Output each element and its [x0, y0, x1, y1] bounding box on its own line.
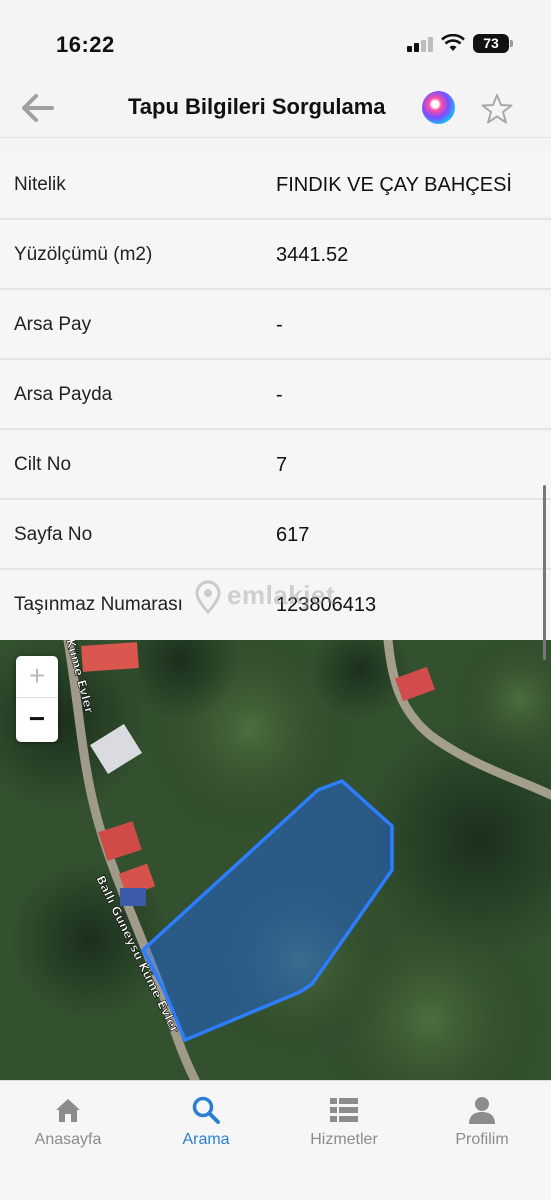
location-pin-icon: [195, 580, 221, 615]
tab-profilim[interactable]: Profilim: [422, 1095, 542, 1155]
info-value: 3441.52: [276, 244, 349, 266]
scroll-indicator[interactable]: [543, 485, 546, 660]
watermark-text: emlakjet: [227, 580, 336, 610]
watermark: emlakjet: [195, 580, 336, 615]
cellular-signal-icon: [407, 36, 435, 52]
star-icon[interactable]: [480, 92, 514, 126]
status-time: 16:22: [56, 32, 115, 57]
info-label: Sayfa No: [14, 524, 93, 545]
info-row-cilt-no: Cilt No 7: [0, 430, 551, 500]
info-value: -: [276, 384, 283, 406]
info-row-arsa-payda: Arsa Payda -: [0, 360, 551, 430]
info-value: FINDIK VE ÇAY BAHÇESİ: [276, 174, 512, 196]
info-label: Cilt No: [14, 454, 72, 475]
info-label: Nitelik: [14, 174, 66, 195]
back-arrow-icon[interactable]: [18, 90, 58, 126]
tab-hizmetler[interactable]: Hizmetler: [284, 1095, 404, 1155]
zoom-out-button[interactable]: −: [16, 699, 58, 741]
tab-arama[interactable]: Arama: [146, 1095, 266, 1155]
home-icon: [56, 1099, 80, 1122]
info-row-nitelik: Nitelik FINDIK VE ÇAY BAHÇESİ: [0, 150, 551, 220]
tab-label: Arama: [182, 1131, 230, 1148]
status-bar: 16:22 73: [0, 0, 551, 80]
info-value: 7: [276, 454, 288, 476]
tab-anasayfa[interactable]: Anasayfa: [8, 1095, 128, 1155]
info-value: 617: [276, 524, 310, 546]
info-value: -: [276, 314, 283, 336]
deed-info-table: Nitelik FINDIK VE ÇAY BAHÇESİ Yüzölçümü …: [0, 150, 551, 640]
tab-label: Profilim: [455, 1131, 509, 1148]
zoom-in-button[interactable]: +: [16, 656, 58, 698]
app-header: Tapu Bilgileri Sorgulama: [0, 80, 551, 138]
page-title: Tapu Bilgileri Sorgulama: [128, 94, 386, 119]
map-zoom-controls: + −: [16, 656, 58, 742]
bottom-tab-bar: Anasayfa Arama Hizmetler Profilim: [0, 1080, 551, 1200]
search-icon: [192, 1096, 220, 1124]
tab-label: Hizmetler: [310, 1131, 378, 1148]
list-icon: [330, 1098, 358, 1122]
info-label: Arsa Pay: [14, 314, 92, 335]
satellite-image: Küme Evler Ballı Güneysu Küme Evler: [0, 640, 551, 1080]
parcel-map[interactable]: Küme Evler Ballı Güneysu Küme Evler + −: [0, 640, 551, 1080]
info-label: Taşınmaz Numarası: [14, 594, 183, 615]
battery-icon: 73: [473, 34, 513, 53]
tab-label: Anasayfa: [34, 1131, 102, 1148]
siri-icon[interactable]: [422, 91, 455, 124]
info-row-sayfa-no: Sayfa No 617: [0, 500, 551, 570]
user-icon: [469, 1097, 495, 1124]
info-label: Yüzölçümü (m2): [14, 244, 153, 265]
wifi-icon: [441, 34, 465, 51]
info-row-yuzolcumu: Yüzölçümü (m2) 3441.52: [0, 220, 551, 290]
info-label: Arsa Payda: [14, 384, 113, 405]
info-row-arsa-pay: Arsa Pay -: [0, 290, 551, 360]
